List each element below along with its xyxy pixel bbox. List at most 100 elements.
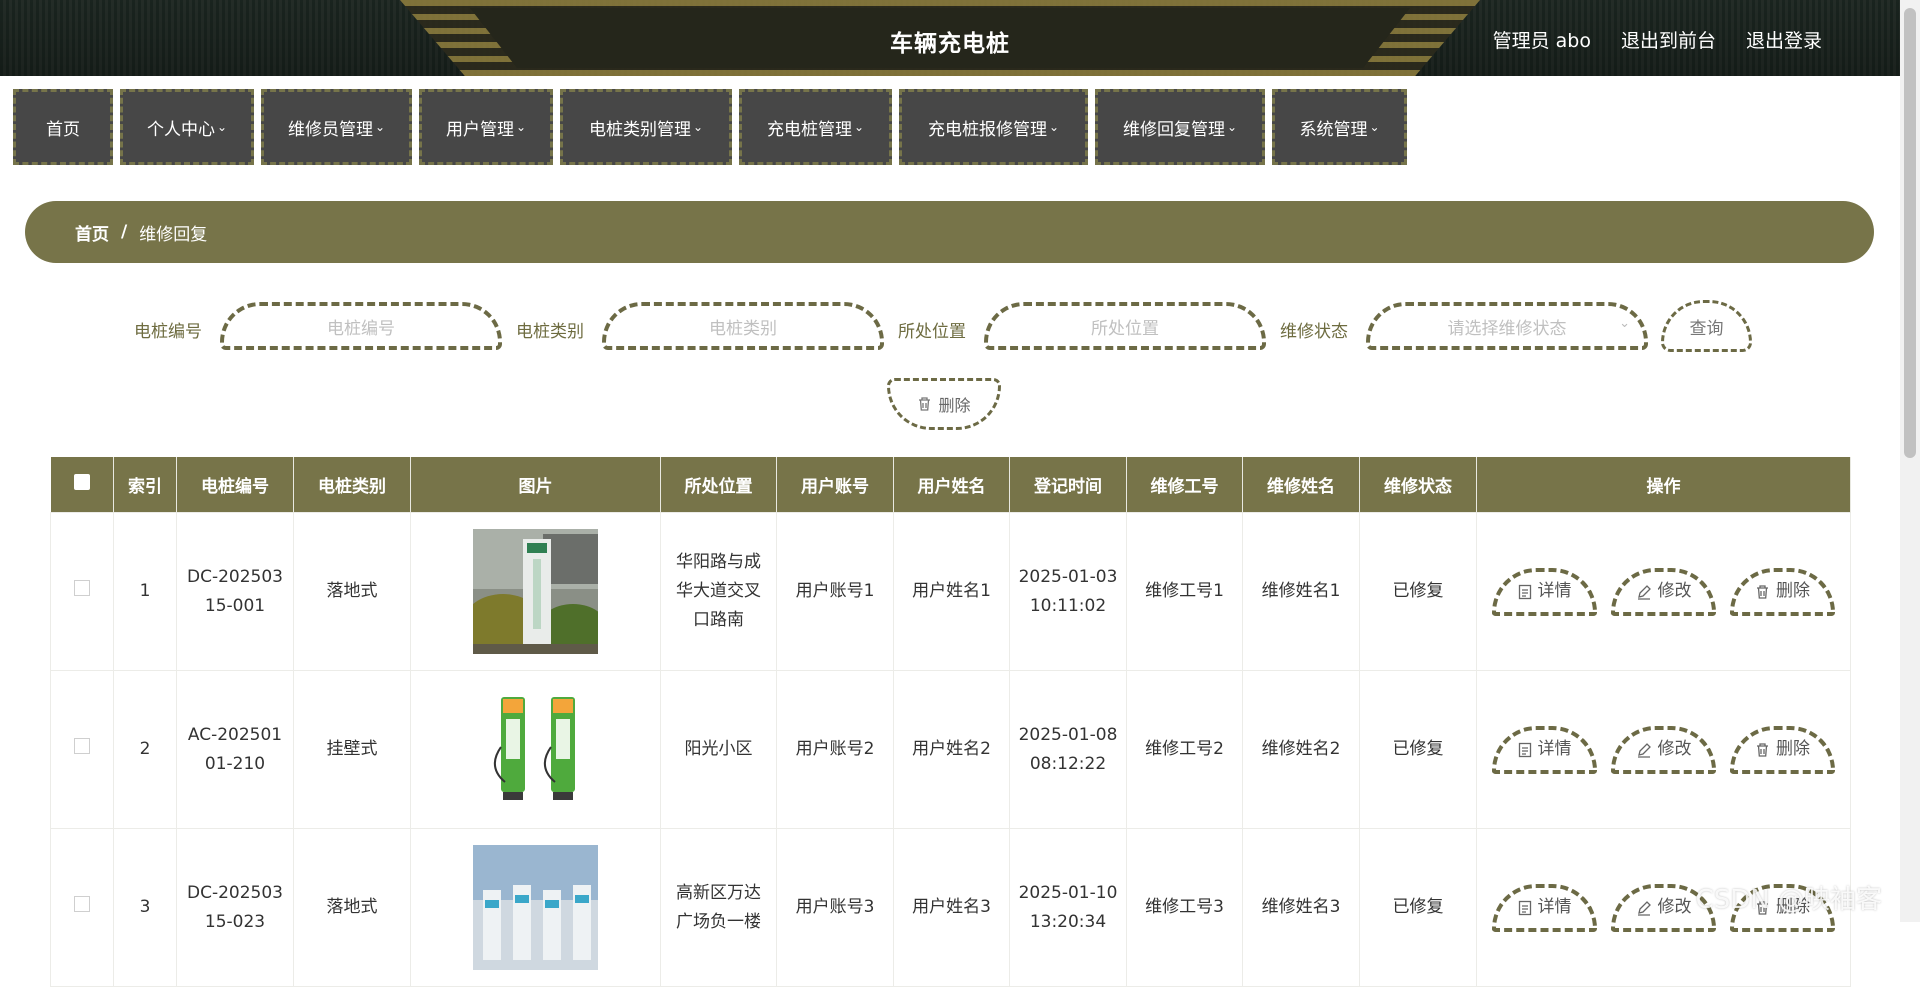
status-label: 维修状态: [1280, 322, 1348, 342]
column-header: 所处位置: [660, 457, 777, 513]
status-cell: 已修复: [1359, 512, 1477, 671]
floor-charger-photo[interactable]: [473, 529, 598, 654]
detail-label: 详情: [1537, 897, 1572, 918]
index-cell: 1: [113, 512, 177, 671]
row-select-cell[interactable]: [50, 828, 114, 987]
pile-no-cell: DC-20250315-001: [176, 512, 294, 671]
pile-no-placeholder: 电桩编号: [327, 318, 395, 339]
chevron-down-icon: ⌄: [1619, 316, 1630, 331]
chevron-down-icon: ⌄: [1226, 120, 1238, 134]
watermark: CSDN @映袖客: [1695, 885, 1882, 915]
time-cell: 2025-01-10 13:20:34: [1009, 828, 1127, 987]
edit-label: 修改: [1657, 897, 1692, 918]
nav-item-user[interactable]: 用户管理 ⌄: [419, 89, 553, 165]
column-header: 操作: [1476, 457, 1851, 513]
pile-no-cell: DC-20250315-023: [176, 828, 294, 987]
row-checkbox[interactable]: [74, 738, 90, 755]
trash-icon: [919, 397, 931, 411]
detail-label: 详情: [1537, 581, 1572, 602]
time-cell: 2025-01-08 08:12:22: [1009, 670, 1127, 829]
query-button[interactable]: 查询: [1661, 300, 1752, 352]
breadcrumb-current: 维修回复: [139, 224, 208, 245]
name-cell: 用户姓名2: [893, 670, 1010, 829]
pile-no-label: 电桩编号: [134, 322, 202, 342]
row-select-cell[interactable]: [50, 512, 114, 671]
batch-delete-button[interactable]: 删除: [887, 378, 1001, 430]
category-cell: 落地式: [293, 828, 411, 987]
column-header: 索引: [113, 457, 177, 513]
nav-item-repairman[interactable]: 维修员管理 ⌄: [261, 89, 412, 165]
location-placeholder: 所处位置: [1091, 318, 1159, 339]
detail-button[interactable]: 详情: [1492, 567, 1597, 616]
nav-item-charging-pile[interactable]: 充电桩管理 ⌄: [739, 89, 892, 165]
nav-label: 个人中心: [146, 119, 215, 140]
column-header: 电桩编号: [176, 457, 294, 513]
location-input[interactable]: 所处位置: [984, 302, 1266, 350]
status-select[interactable]: 请选择维修状态 ⌄: [1366, 302, 1648, 350]
row-checkbox[interactable]: [74, 580, 90, 597]
location-label: 所处位置: [898, 322, 966, 342]
admin-user-label: 管理员 abo: [1492, 30, 1591, 52]
back-to-front-link[interactable]: 退出到前台: [1621, 26, 1716, 53]
scrollbar-thumb[interactable]: [1904, 8, 1916, 458]
index-cell: 3: [113, 828, 177, 987]
detail-button[interactable]: 详情: [1492, 883, 1597, 932]
index-cell: 2: [113, 670, 177, 829]
delete-button[interactable]: 删除: [1730, 725, 1835, 774]
image-cell: [410, 828, 661, 987]
edit-button[interactable]: 修改: [1611, 567, 1716, 616]
image-cell: [410, 670, 661, 829]
trash-icon: [1757, 742, 1768, 757]
edit-button[interactable]: 修改: [1611, 725, 1716, 774]
worker-no-cell: 维修工号2: [1126, 670, 1243, 829]
category-cell: 落地式: [293, 512, 411, 671]
chevron-down-icon: ⌄: [515, 120, 527, 134]
column-header: 维修姓名: [1242, 457, 1360, 513]
pile-no-cell: AC-20250101-210: [176, 670, 294, 829]
chevron-down-icon: ⌄: [853, 120, 865, 134]
chevron-down-icon: ⌄: [374, 120, 386, 134]
chevron-down-icon: ⌄: [216, 120, 228, 134]
chevron-down-icon: ⌄: [1048, 120, 1060, 134]
category-cell: 挂壁式: [293, 670, 411, 829]
trash-icon: [1757, 584, 1768, 599]
breadcrumb: 首页 / 维修回复: [25, 201, 1874, 263]
wall-charger-photo[interactable]: [473, 687, 598, 812]
delete-button[interactable]: 删除: [1730, 567, 1835, 616]
column-header: 维修状态: [1359, 457, 1477, 513]
nav-item-repair-reply[interactable]: 维修回复管理 ⌄: [1095, 89, 1265, 165]
table-row: 3 DC-20250315-023 落地式 高新区万达广场负一楼 用户账号3 用…: [50, 828, 1851, 987]
logout-link[interactable]: 退出登录: [1746, 26, 1822, 53]
nav-label: 系统管理: [1299, 119, 1368, 140]
nav-item-repair-report[interactable]: 充电桩报修管理 ⌄: [899, 89, 1088, 165]
main-nav: 首页 个人中心 ⌄ 维修员管理 ⌄ 用户管理 ⌄ 电桩类别管理 ⌄ 充电桩管理 ⌄ 充电桩…: [13, 89, 1407, 165]
actions-cell: 详情 修改 删除: [1476, 670, 1851, 829]
row-checkbox[interactable]: [74, 896, 90, 913]
chevron-down-icon: ⌄: [692, 120, 704, 134]
edit-label: 修改: [1657, 739, 1692, 760]
nav-item-pile-category[interactable]: 电桩类别管理 ⌄: [560, 89, 732, 165]
top-links: 管理员 abo 退出到前台 退出登录: [1493, 26, 1822, 53]
worker-name-cell: 维修姓名2: [1242, 670, 1360, 829]
select-all-cell[interactable]: [50, 457, 114, 513]
image-cell: [410, 512, 661, 671]
nav-item-home[interactable]: 首页: [13, 89, 113, 165]
nav-item-personal-center[interactable]: 个人中心 ⌄: [120, 89, 254, 165]
station-photo[interactable]: [473, 845, 598, 970]
select-all-checkbox[interactable]: [73, 474, 90, 490]
status-cell: 已修复: [1359, 828, 1477, 987]
edit-icon: [1637, 584, 1651, 600]
row-select-cell[interactable]: [50, 670, 114, 829]
page-scrollbar[interactable]: [1900, 0, 1920, 922]
detail-button[interactable]: 详情: [1492, 725, 1597, 774]
category-input[interactable]: 电桩类别: [602, 302, 884, 350]
worker-no-cell: 维修工号1: [1126, 512, 1243, 671]
nav-label: 首页: [46, 119, 80, 140]
pile-no-input[interactable]: 电桩编号: [220, 302, 502, 350]
nav-item-system[interactable]: 系统管理 ⌄: [1272, 89, 1407, 165]
breadcrumb-home[interactable]: 首页: [75, 220, 109, 245]
nav-label: 用户管理: [445, 119, 514, 140]
edit-label: 修改: [1657, 581, 1692, 602]
document-icon: [1518, 900, 1531, 915]
account-cell: 用户账号2: [776, 670, 894, 829]
